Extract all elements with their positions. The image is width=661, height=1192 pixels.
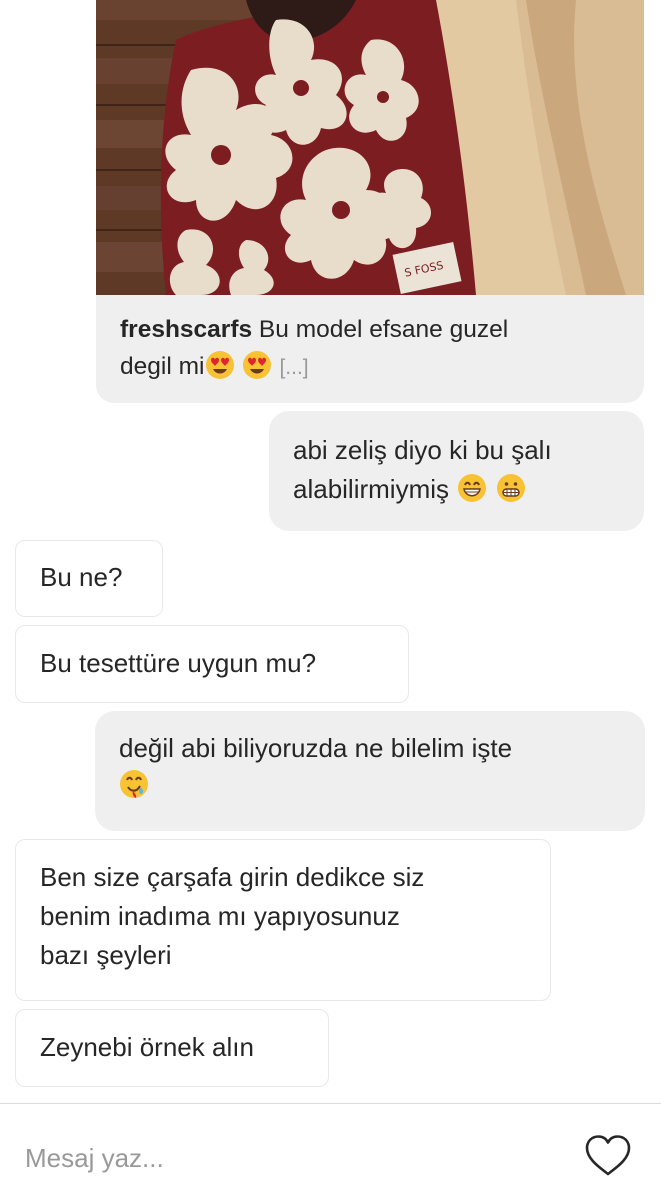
caption-more-link[interactable]: [...] bbox=[279, 356, 308, 379]
post-image[interactable]: S FOSS bbox=[96, 0, 644, 295]
message-text: Zeynebi örnek alın bbox=[40, 1032, 254, 1062]
message-text: alabilirmiymiş bbox=[293, 474, 450, 504]
post-username[interactable]: freshscarfs bbox=[120, 316, 252, 343]
shared-post-card[interactable]: S FOSS freshscarfs Bu model efsane guzel… bbox=[96, 0, 644, 403]
message-bubble-incoming[interactable]: Bu ne? bbox=[15, 540, 163, 617]
drooling-face-emoji-icon bbox=[119, 769, 149, 799]
message-text: abi zeliş diyo ki bu şalı bbox=[293, 435, 552, 465]
message-input[interactable] bbox=[25, 1138, 545, 1178]
heart-eyes-emoji-icon bbox=[205, 350, 235, 380]
heart-eyes-emoji-icon bbox=[242, 350, 272, 380]
message-text: değil abi biliyoruzda ne bilelim işte bbox=[119, 733, 513, 763]
post-caption-text-2: degil mi bbox=[120, 353, 205, 380]
post-caption-text-1: Bu model efsane guzel bbox=[258, 316, 509, 343]
message-bubble-outgoing[interactable]: değil abi biliyoruzda ne bilelim işte bbox=[95, 711, 645, 831]
message-bubble-outgoing[interactable]: abi zeliş diyo ki bu şalı alabilirmiymiş bbox=[269, 411, 644, 531]
message-bubble-incoming[interactable]: Bu tesettüre uygun mu? bbox=[15, 625, 409, 703]
message-text: bazı şeyleri bbox=[40, 940, 172, 970]
grimacing-face-emoji-icon bbox=[496, 473, 526, 503]
message-text: Bu tesettüre uygun mu? bbox=[40, 648, 317, 678]
message-composer bbox=[0, 1103, 661, 1192]
message-text: Ben size çarşafa girin dedikce siz bbox=[40, 862, 425, 892]
message-bubble-incoming[interactable]: Zeynebi örnek alın bbox=[15, 1009, 329, 1087]
post-caption: freshscarfs Bu model efsane guzel degil … bbox=[120, 311, 620, 386]
message-text: Bu ne? bbox=[40, 562, 123, 592]
heart-icon[interactable] bbox=[584, 1134, 632, 1178]
grinning-face-emoji-icon bbox=[457, 473, 487, 503]
message-bubble-incoming[interactable]: Ben size çarşafa girin dedikce siz benim… bbox=[15, 839, 551, 1001]
message-text: benim inadıma mı yapıyosunuz bbox=[40, 901, 400, 931]
